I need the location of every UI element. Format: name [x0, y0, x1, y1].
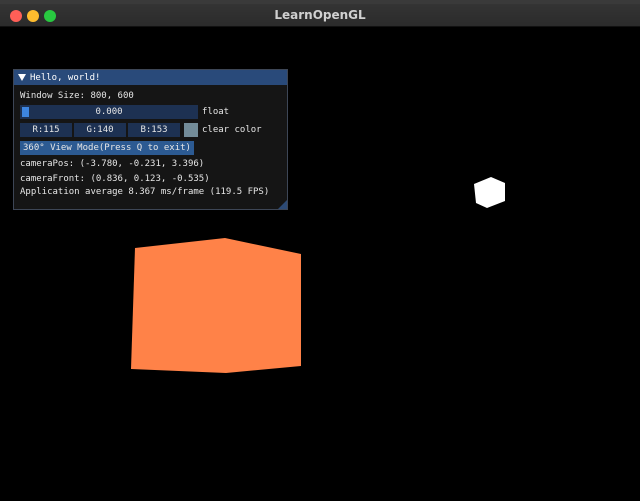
color-swatch[interactable] [184, 123, 198, 137]
window-size-text: Window Size: 800, 600 [20, 91, 134, 101]
slider-value: 0.000 [95, 107, 123, 117]
imgui-title: Hello, world! [30, 72, 101, 83]
collapse-arrow-icon[interactable] [18, 74, 26, 81]
color-g-field[interactable]: G:140 [74, 123, 126, 137]
window-title: LearnOpenGL [274, 8, 366, 22]
view-mode-button[interactable]: 360° View Mode(Press Q to exit) [20, 141, 194, 155]
opengl-viewport[interactable]: Hello, world! Window Size: 800, 600 0.00… [0, 27, 640, 501]
resize-grip[interactable] [278, 200, 287, 209]
color-r-field[interactable]: R:115 [20, 123, 72, 137]
color-b-field[interactable]: B:153 [128, 123, 180, 137]
camera-pos-text: cameraPos: (-3.780, -0.231, 3.396) [20, 159, 205, 169]
light-cube [474, 177, 505, 208]
imgui-titlebar[interactable]: Hello, world! [14, 70, 287, 85]
orange-cube [131, 238, 301, 373]
color-label: clear color [202, 125, 262, 135]
imgui-window[interactable]: Hello, world! Window Size: 800, 600 0.00… [13, 69, 288, 210]
float-slider[interactable]: 0.000 [20, 105, 198, 119]
window-titlebar[interactable]: LearnOpenGL [0, 4, 640, 27]
camera-front-text: cameraFront: (0.836, 0.123, -0.535) [20, 174, 210, 184]
app-window: LearnOpenGL Hello, world! Window Size: 8… [0, 0, 640, 501]
app-average-text: Application average 8.367 ms/frame (119.… [20, 187, 270, 197]
slider-label: float [202, 107, 230, 117]
